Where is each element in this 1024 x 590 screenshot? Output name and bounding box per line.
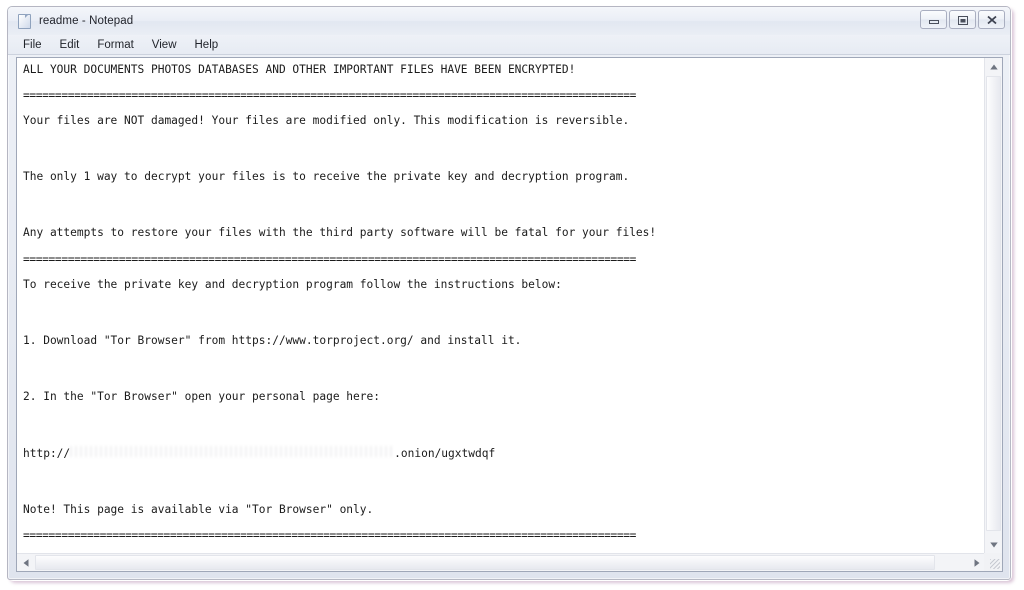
menu-item-edit[interactable]: Edit [59, 39, 81, 51]
separator-line: ========================================… [23, 531, 637, 541]
scroll-down-arrow-icon[interactable] [985, 536, 1002, 553]
menu-bar: File Edit Format View Help [8, 35, 1010, 55]
onion-url-line: http:// .onion/ugxtwdqf [23, 445, 985, 461]
notepad-document-icon [16, 13, 32, 29]
text-editor-area[interactable]: ALL YOUR DOCUMENTS PHOTOS DATABASES AND … [17, 58, 985, 553]
redacted-host-segment [70, 445, 395, 457]
horizontal-scroll-thumb[interactable] [35, 555, 935, 570]
resize-grip[interactable] [984, 553, 1002, 571]
menu-item-help[interactable]: Help [194, 39, 220, 51]
note-line: Note! This page is available via "Tor Br… [23, 503, 374, 517]
note-line: To receive the private key and decryptio… [23, 277, 562, 291]
menu-item-file[interactable]: File [22, 39, 43, 51]
client-area: ALL YOUR DOCUMENTS PHOTOS DATABASES AND … [16, 57, 1003, 572]
notepad-window: readme - Notepad File Edit Format View H… [7, 6, 1011, 580]
horizontal-scrollbar[interactable] [17, 553, 985, 571]
maximize-button[interactable] [949, 10, 976, 29]
window-title: readme - Notepad [39, 15, 134, 27]
menu-item-view[interactable]: View [151, 39, 178, 51]
caption-buttons [920, 10, 1005, 29]
close-button[interactable] [978, 10, 1005, 29]
vertical-scroll-thumb[interactable] [986, 76, 1001, 531]
note-line: 2. In the "Tor Browser" open your person… [23, 389, 380, 403]
separator-line: ========================================… [23, 254, 637, 264]
note-line: Your files are NOT damaged! Your files a… [23, 114, 630, 128]
minimize-button[interactable] [920, 10, 947, 29]
resize-grip-icon [990, 559, 1000, 569]
url-scheme: http:// [23, 446, 71, 460]
note-line: The only 1 way to decrypt your files is … [23, 170, 630, 184]
separator-line: ========================================… [23, 91, 637, 101]
ransom-note-text: ALL YOUR DOCUMENTS PHOTOS DATABASES AND … [23, 63, 985, 553]
note-line: 1. Download "Tor Browser" from https://w… [23, 333, 522, 347]
note-line: ALL YOUR DOCUMENTS PHOTOS DATABASES AND … [23, 63, 576, 76]
menu-item-format[interactable]: Format [96, 39, 134, 51]
scroll-left-arrow-icon[interactable] [17, 554, 34, 571]
vertical-scrollbar[interactable] [984, 58, 1002, 553]
url-suffix: .onion/ugxtwdqf [394, 446, 496, 460]
note-line: Any attempts to restore your files with … [23, 226, 657, 240]
title-bar[interactable]: readme - Notepad [8, 7, 1010, 35]
scroll-up-arrow-icon[interactable] [985, 58, 1002, 75]
scroll-right-arrow-icon[interactable] [968, 554, 985, 571]
desktop-background: readme - Notepad File Edit Format View H… [0, 0, 1024, 590]
